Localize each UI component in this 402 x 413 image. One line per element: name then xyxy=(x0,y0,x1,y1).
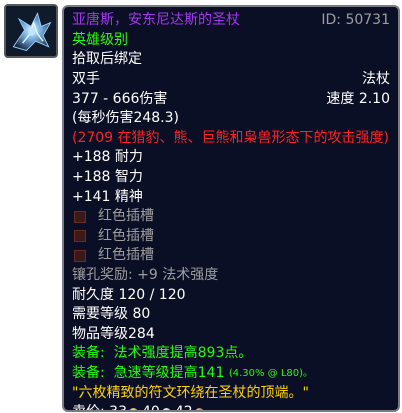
damage-range: 377 - 666伤害 xyxy=(72,90,168,107)
equip-haste-percent: (4.30% @ L80)。 xyxy=(228,367,314,379)
socket-label: 红色插槽 xyxy=(98,227,154,244)
sell-gold: 33 xyxy=(109,403,127,410)
item-name: 亚唐斯，安东尼达斯的圣杖 xyxy=(72,12,240,29)
equip-spell-power: 法术强度提高893点。 xyxy=(113,345,253,362)
red-socket-icon xyxy=(74,249,86,262)
feral-attack-power: (2709 在猎豹、熊、巨熊和枭兽形态下的攻击强度) xyxy=(72,129,390,146)
copper-coin-icon xyxy=(194,408,204,410)
ice-staff-icon xyxy=(6,6,56,56)
stat-stamina: +188 耐力 xyxy=(72,149,143,166)
red-socket-icon xyxy=(74,230,86,243)
socket-bonus: 镶孔奖励: +9 法术强度 xyxy=(72,267,219,284)
item-id: ID: 50731 xyxy=(321,12,390,29)
item-tooltip: 亚唐斯，安东尼达斯的圣杖 ID: 50731 英雄级别 拾取后绑定 双手 法杖 … xyxy=(62,5,400,412)
weapon-type: 法杖 xyxy=(362,71,390,88)
equip-haste: 急速等级提高141 xyxy=(113,364,225,381)
durability: 耐久度 120 / 120 xyxy=(72,286,186,303)
socket-label: 红色插槽 xyxy=(98,247,154,264)
flavor-text: "六枚精致的符文环绕在圣杖的顶端。" xyxy=(72,384,309,401)
stat-spirit: +141 精神 xyxy=(72,188,143,205)
gold-coin-icon xyxy=(129,408,138,410)
sell-copper: 42 xyxy=(175,403,193,410)
equip-prefix: 装备: xyxy=(72,345,105,362)
item-quality: 英雄级别 xyxy=(72,31,128,48)
dps-value: (每秒伤害248.3) xyxy=(72,110,180,127)
weapon-speed: 速度 2.10 xyxy=(326,90,390,107)
item-level: 物品等级284 xyxy=(72,325,155,342)
sell-label: 卖价: xyxy=(72,403,105,410)
stat-intellect: +188 智力 xyxy=(72,169,143,186)
equip-prefix: 装备: xyxy=(72,364,105,381)
hand-slot: 双手 xyxy=(72,71,100,88)
socket-label: 红色插槽 xyxy=(98,208,154,225)
silver-coin-icon xyxy=(161,408,171,410)
red-socket-icon xyxy=(74,210,86,223)
item-icon-frame xyxy=(4,4,58,58)
bind-type: 拾取后绑定 xyxy=(72,51,142,68)
sell-silver: 40 xyxy=(142,403,160,410)
required-level: 需要等级 80 xyxy=(72,306,151,323)
